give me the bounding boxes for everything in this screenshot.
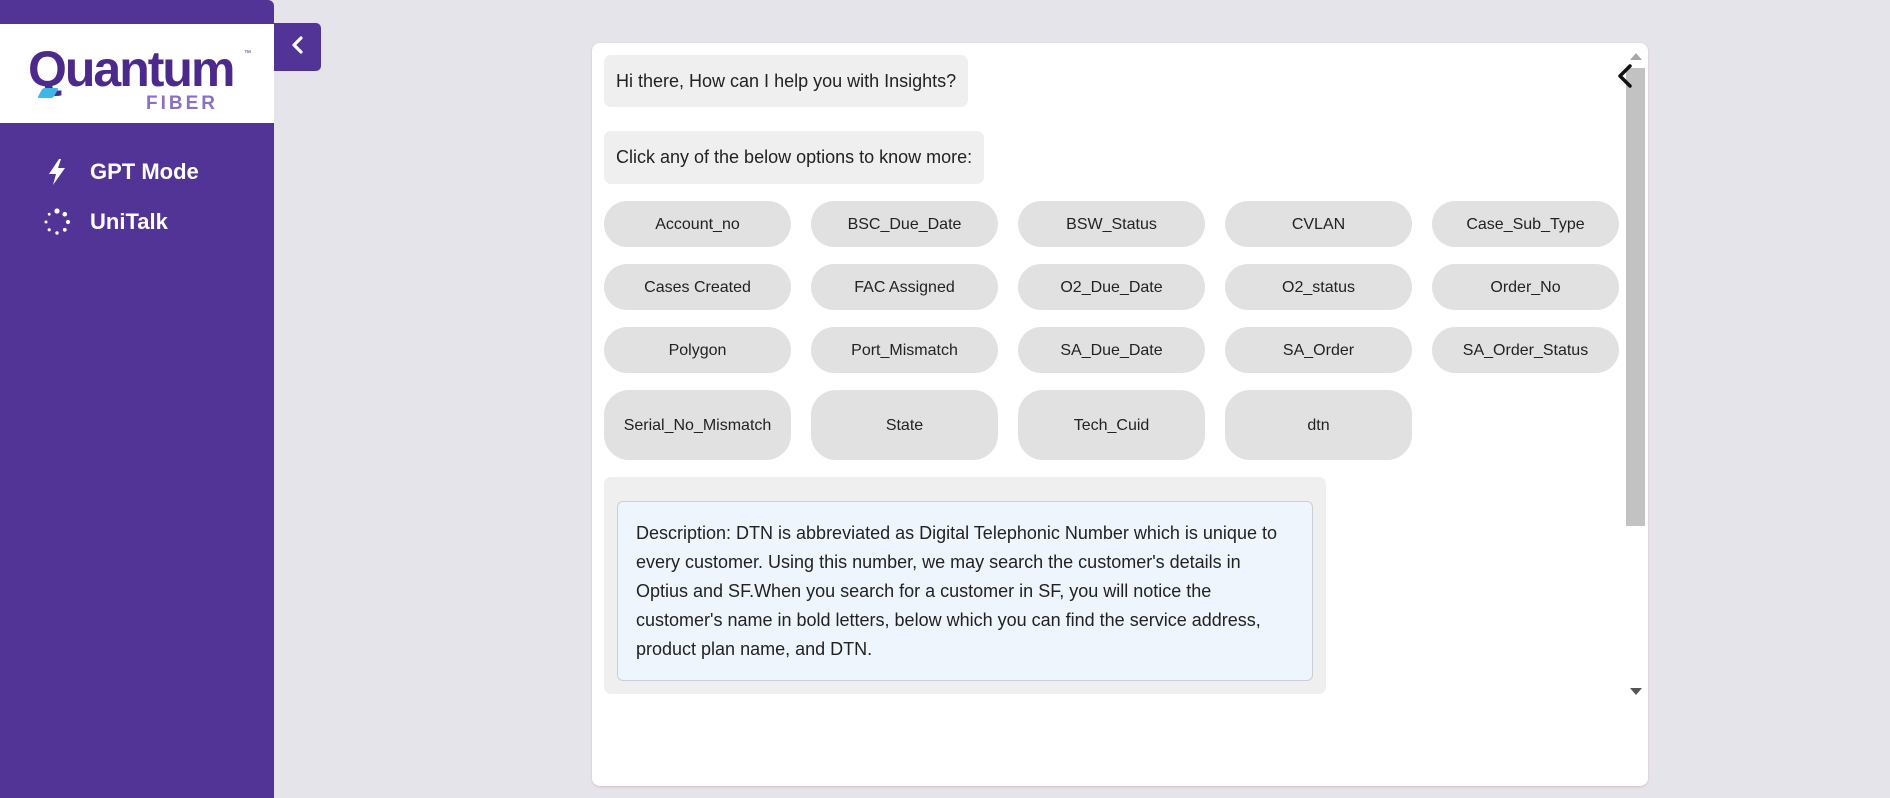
scroll-down-arrow-icon[interactable] bbox=[1630, 688, 1642, 695]
sidebar-item-gpt-mode[interactable]: GPT Mode bbox=[40, 156, 199, 188]
option-bsw-status[interactable]: BSW_Status bbox=[1018, 201, 1205, 247]
chat-panel: Hi there, How can I help you with Insigh… bbox=[592, 43, 1648, 786]
sidebar-collapse-button[interactable] bbox=[274, 23, 321, 71]
panel-back-button[interactable] bbox=[1614, 61, 1636, 91]
greeting-message: Hi there, How can I help you with Insigh… bbox=[604, 55, 969, 107]
option-account-no[interactable]: Account_no bbox=[604, 201, 791, 247]
chevron-left-icon bbox=[1614, 64, 1636, 95]
scrollbar-thumb[interactable] bbox=[1626, 68, 1645, 526]
option-serial-no-mismatch[interactable]: Serial_No_Mismatch bbox=[604, 390, 791, 460]
option-cvlan[interactable]: CVLAN bbox=[1225, 201, 1412, 247]
chat-scrollbar[interactable] bbox=[1624, 51, 1646, 699]
option-sa-order[interactable]: SA_Order bbox=[1225, 327, 1412, 373]
logo: Quantum ™ FIBER bbox=[0, 24, 274, 123]
option-fac-assigned[interactable]: FAC Assigned bbox=[811, 264, 998, 310]
option-state[interactable]: State bbox=[811, 390, 998, 460]
option-o2-status[interactable]: O2_status bbox=[1225, 264, 1412, 310]
logo-trademark: ™ bbox=[244, 50, 251, 57]
description-message: Description: DTN is abbreviated as Digit… bbox=[604, 477, 1326, 694]
option-cases-created[interactable]: Cases Created bbox=[604, 264, 791, 310]
loading-spinner-icon bbox=[40, 208, 74, 236]
logo-text: Quantum bbox=[28, 41, 235, 97]
option-port-mismatch[interactable]: Port_Mismatch bbox=[811, 327, 998, 373]
prompt-message: Click any of the below options to know m… bbox=[604, 131, 985, 184]
chat-messages: Hi there, How can I help you with Insigh… bbox=[592, 43, 1648, 703]
chevron-left-icon bbox=[291, 35, 305, 60]
option-bsc-due-date[interactable]: BSC_Due_Date bbox=[811, 201, 998, 247]
option-o2-due-date[interactable]: O2_Due_Date bbox=[1018, 264, 1205, 310]
sidebar-item-label: GPT Mode bbox=[90, 159, 199, 184]
option-sa-due-date[interactable]: SA_Due_Date bbox=[1018, 327, 1205, 373]
sidebar-item-unitalk[interactable]: UniTalk bbox=[40, 206, 168, 238]
logo-subtext: FIBER bbox=[146, 93, 218, 114]
description-text: Description: DTN is abbreviated as Digit… bbox=[617, 501, 1313, 681]
option-order-no[interactable]: Order_No bbox=[1432, 264, 1619, 310]
scroll-up-arrow-icon[interactable] bbox=[1630, 53, 1642, 60]
lightning-bolt-icon bbox=[40, 158, 74, 186]
sidebar-item-label: UniTalk bbox=[90, 209, 168, 234]
option-polygon[interactable]: Polygon bbox=[604, 327, 791, 373]
option-sa-order-status[interactable]: SA_Order_Status bbox=[1432, 327, 1619, 373]
option-tech-cuid[interactable]: Tech_Cuid bbox=[1018, 390, 1205, 460]
option-dtn[interactable]: dtn bbox=[1225, 390, 1412, 460]
option-case-sub-type[interactable]: Case_Sub_Type bbox=[1432, 201, 1619, 247]
sidebar: Quantum ™ FIBER GPT Mode UniTalk bbox=[0, 0, 274, 798]
